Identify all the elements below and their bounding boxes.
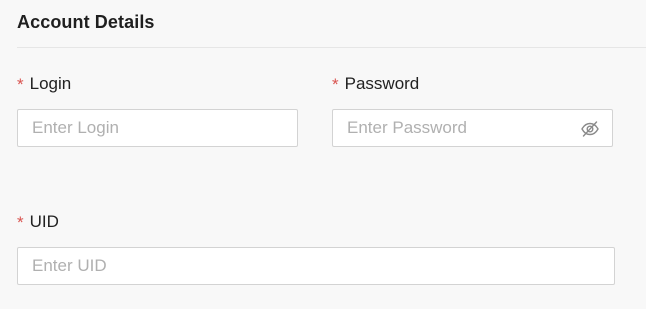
password-input[interactable] bbox=[333, 110, 612, 146]
uid-label: * UID bbox=[17, 212, 59, 232]
password-input-wrapper bbox=[332, 109, 613, 147]
uid-input[interactable] bbox=[18, 248, 614, 284]
account-details-form: Account Details * Login * Password * UID bbox=[0, 0, 646, 309]
login-input[interactable] bbox=[18, 110, 297, 146]
uid-input-wrapper bbox=[17, 247, 615, 285]
eye-slash-icon[interactable] bbox=[580, 119, 600, 139]
required-asterisk: * bbox=[17, 213, 24, 232]
required-asterisk: * bbox=[332, 75, 339, 94]
password-label-text: Password bbox=[344, 74, 420, 93]
login-label-text: Login bbox=[29, 74, 72, 93]
login-label: * Login bbox=[17, 74, 71, 94]
required-asterisk: * bbox=[17, 75, 24, 94]
password-label: * Password bbox=[332, 74, 419, 94]
login-input-wrapper bbox=[17, 109, 298, 147]
uid-label-text: UID bbox=[29, 212, 59, 231]
section-title: Account Details bbox=[17, 12, 155, 32]
section-divider bbox=[17, 47, 646, 48]
